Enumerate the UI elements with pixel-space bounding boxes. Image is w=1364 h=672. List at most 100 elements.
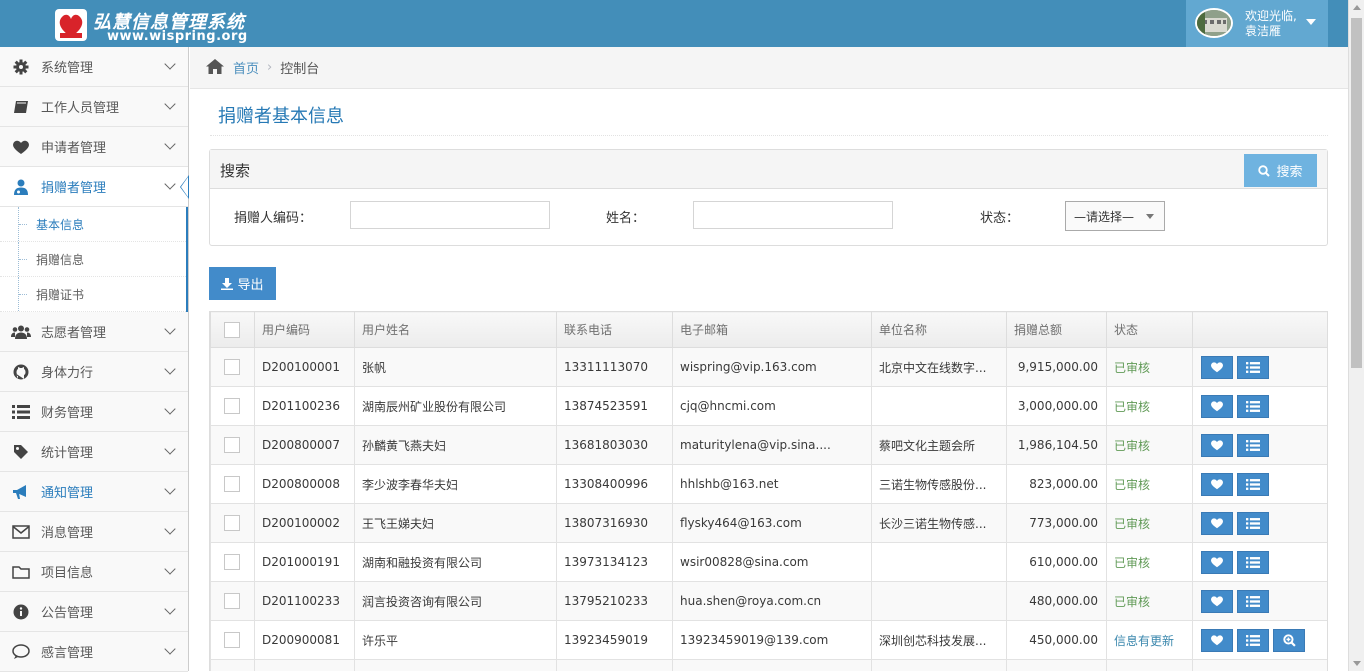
sidebar-item-donors[interactable]: 捐赠者管理 — [0, 167, 189, 207]
table-row[interactable]: D201100236 湖南辰州矿业股份有限公司 13874523591 cjq@hnc… — [210, 386, 1327, 426]
name-input[interactable] — [693, 201, 893, 229]
sidebar-item-system[interactable]: 系统管理 — [0, 47, 188, 87]
search-button[interactable]: 搜索 — [1244, 154, 1317, 187]
table-row[interactable]: D200800007 孙麟黄飞燕夫妇 13681803030 maturitylena… — [210, 425, 1327, 465]
submenu-item-donation-info[interactable]: 捐赠信息 — [0, 242, 186, 277]
favorite-button[interactable] — [1201, 628, 1233, 652]
table-row[interactable] — [210, 659, 1327, 671]
cell-actions — [1192, 620, 1327, 660]
export-button[interactable]: 导出 — [209, 267, 276, 300]
cell-status[interactable]: 信息有更新 — [1106, 620, 1193, 660]
favorite-button[interactable] — [1201, 472, 1233, 496]
row-checkbox[interactable] — [224, 515, 240, 531]
favorite-button[interactable] — [1201, 550, 1233, 574]
submenu-item-basic-info[interactable]: 基本信息 — [0, 207, 186, 242]
vertical-scrollbar[interactable] — [1348, 0, 1364, 671]
row-checkbox[interactable] — [224, 593, 240, 609]
app-logo[interactable]: 弘慧信息管理系统 www.wispring.org — [53, 5, 273, 45]
sidebar-item-messages[interactable]: 消息管理 — [0, 512, 188, 552]
submenu-item-certificate[interactable]: 捐赠证书 — [0, 277, 186, 312]
details-button[interactable] — [1237, 511, 1269, 535]
search-button-label: 搜索 — [1276, 165, 1303, 180]
chevron-down-icon — [164, 363, 176, 375]
cell-organization — [871, 386, 1007, 426]
breadcrumb: 首页 › 控制台 — [190, 47, 1348, 89]
caret-down-icon — [1306, 19, 1316, 25]
status-select[interactable]: —请选择— — [1065, 201, 1165, 231]
table-row[interactable]: D201000191 湖南和融投资有限公司 13973134123 wsir00828… — [210, 542, 1327, 582]
table-row[interactable]: D200100001 张帆 13311113070 wispring@vip.163.… — [210, 347, 1327, 387]
favorite-button[interactable] — [1201, 355, 1233, 379]
scroll-down-icon[interactable] — [1353, 661, 1361, 666]
list-icon — [1246, 634, 1260, 646]
sidebar-item-statistics[interactable]: 统计管理 — [0, 432, 188, 472]
cell-user-name: 润言投资咨询有限公司 — [354, 581, 557, 621]
row-checkbox[interactable] — [224, 398, 240, 414]
cell-phone: 13973134123 — [556, 542, 673, 582]
column-header[interactable]: 单位名称 — [871, 311, 1007, 348]
actions-header — [1192, 311, 1327, 348]
cell-user-name: 许乐平 — [354, 620, 557, 660]
scroll-up-icon[interactable] — [1353, 5, 1361, 10]
chevron-down-icon — [164, 523, 176, 535]
donor-code-input[interactable] — [350, 201, 550, 229]
table-row[interactable]: D200900081 许乐平 13923459019 13923459019@139.… — [210, 620, 1327, 660]
details-button[interactable] — [1237, 433, 1269, 457]
details-button[interactable] — [1237, 394, 1269, 418]
row-checkbox[interactable] — [224, 632, 240, 648]
sidebar-item-applicants[interactable]: 申请者管理 — [0, 127, 188, 167]
chevron-down-icon — [164, 138, 176, 150]
table-row[interactable]: D200800008 李少波李春华夫妇 13308400996 hhlshb@163.… — [210, 464, 1327, 504]
cell-actions — [1192, 503, 1327, 543]
table-row[interactable]: D200100002 王飞王娣夫妇 13807316930 flysky464@163… — [210, 503, 1327, 543]
favorite-button[interactable] — [1201, 589, 1233, 613]
favorite-button[interactable] — [1201, 433, 1233, 457]
column-header[interactable]: 联系电话 — [556, 311, 673, 348]
column-header[interactable]: 捐赠总额 — [1006, 311, 1107, 348]
cell-email: 13923459019@139.com — [672, 620, 872, 660]
view-update-button[interactable] — [1273, 628, 1305, 652]
sidebar-item-practice[interactable]: 身体力行 — [0, 352, 188, 392]
sidebar-item-projects[interactable]: 项目信息 — [0, 552, 188, 592]
row-select-cell — [210, 503, 255, 543]
sidebar-item-notifications[interactable]: 通知管理 — [0, 472, 188, 512]
cell-phone: 13795210233 — [556, 581, 673, 621]
row-checkbox[interactable] — [224, 476, 240, 492]
sidebar-item-label: 公告管理 — [41, 606, 94, 621]
row-checkbox[interactable] — [224, 554, 240, 570]
table-row[interactable]: D201100233 润言投资咨询有限公司 13795210233 hua.shen@… — [210, 581, 1327, 621]
row-checkbox[interactable] — [224, 359, 240, 375]
sidebar-item-testimonials[interactable]: 感言管理 — [0, 632, 188, 672]
sidebar-item-finance[interactable]: 财务管理 — [0, 392, 188, 432]
details-button[interactable] — [1237, 550, 1269, 574]
cell-donation-total: 9,915,000.00 — [1006, 347, 1107, 387]
cell-status: 已审核 — [1106, 581, 1193, 621]
favorite-button[interactable] — [1201, 511, 1233, 535]
select-all-cell — [210, 311, 255, 348]
sidebar-item-staff[interactable]: 工作人员管理 — [0, 87, 188, 127]
chevron-down-icon — [164, 483, 176, 495]
details-button[interactable] — [1237, 589, 1269, 613]
list-icon — [1246, 556, 1260, 568]
zoom-in-icon — [1282, 633, 1296, 647]
select-all-checkbox[interactable] — [224, 321, 240, 338]
favorite-button[interactable] — [1201, 394, 1233, 418]
home-icon[interactable] — [206, 58, 224, 77]
cell-donation-total: 480,000.00 — [1006, 581, 1107, 621]
row-checkbox[interactable] — [224, 437, 240, 453]
row-select-cell — [210, 386, 255, 426]
column-header[interactable]: 状态 — [1106, 311, 1193, 348]
column-header[interactable]: 用户姓名 — [354, 311, 557, 348]
details-button[interactable] — [1237, 472, 1269, 496]
column-header[interactable]: 电子邮箱 — [672, 311, 872, 348]
sidebar-item-volunteers[interactable]: 志愿者管理 — [0, 312, 188, 352]
sidebar-item-label: 申请者管理 — [41, 141, 107, 156]
column-header[interactable]: 用户编码 — [254, 311, 355, 348]
details-button[interactable] — [1237, 628, 1269, 652]
scroll-thumb[interactable] — [1351, 18, 1362, 368]
sidebar-item-announcements[interactable]: 公告管理 — [0, 592, 188, 632]
cell-organization: 蔡吧文化主题会所 — [871, 425, 1007, 465]
details-button[interactable] — [1237, 355, 1269, 379]
user-menu[interactable]: 欢迎光临, 袁洁雁 — [1186, 0, 1328, 47]
breadcrumb-home-link[interactable]: 首页 — [233, 58, 259, 77]
